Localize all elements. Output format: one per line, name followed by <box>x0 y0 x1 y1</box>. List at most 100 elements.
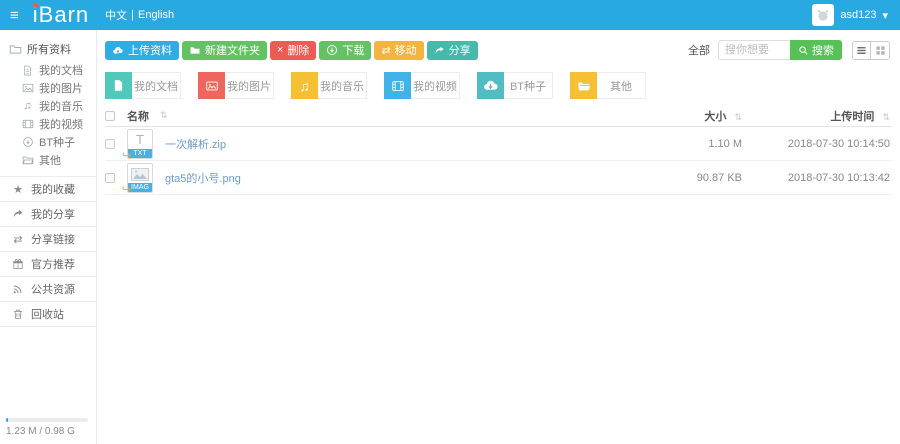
name-header-label: 名称 <box>127 108 149 124</box>
shared-mark-icon: ↪ <box>122 151 131 162</box>
download-button-label: 下载 <box>342 42 364 58</box>
sidebar-item-label: 分享链接 <box>31 231 75 247</box>
toolbar-right: 全部 搜索 <box>688 40 890 60</box>
lang-zh-link[interactable]: 中文 <box>105 7 127 23</box>
sidebar-item-other[interactable]: 其他 <box>0 151 96 169</box>
grid-view-button[interactable] <box>871 41 890 60</box>
sort-icon[interactable]: ⇅ <box>882 112 890 122</box>
cloud-download-icon <box>477 72 504 99</box>
sidebar-item-public-resources[interactable]: 公共资源 <box>0 276 96 301</box>
card-my-videos[interactable]: 我的视频 <box>384 72 460 99</box>
card-other[interactable]: 其他 <box>570 72 646 99</box>
card-label: 我的音乐 <box>318 78 366 94</box>
sidebar-item-my-pictures[interactable]: 我的图片 <box>0 79 96 97</box>
gift-icon <box>11 258 25 270</box>
sidebar-item-all-files[interactable]: 所有资料 <box>0 30 96 61</box>
sidebar-item-label: 我的视频 <box>39 116 83 132</box>
sidebar-item-recycle-bin[interactable]: 回收站 <box>0 301 96 326</box>
exchange-icon: ⇄ <box>11 233 25 246</box>
delete-button-label: 删除 <box>287 42 309 58</box>
file-letter: T <box>136 132 144 147</box>
sort-icon[interactable]: ⇅ <box>160 110 168 121</box>
username: asd123 <box>840 9 876 21</box>
sidebar-item-label: 我的音乐 <box>39 98 83 114</box>
category-cards: 我的文档 我的图片 ♫ 我的音乐 我的视频 BT种子 <box>105 72 646 99</box>
file-upload-time: 2018-07-30 10:13:42 <box>742 172 892 184</box>
shared-mark-icon: ↪ <box>122 185 131 196</box>
main-content: 上传资料 新建文件夹 × 删除 下载 ⇄ 移动 分享 全部 <box>97 30 900 444</box>
new-folder-button[interactable]: 新建文件夹 <box>182 41 267 60</box>
bt-seed-icon <box>21 136 34 148</box>
close-icon: × <box>277 44 283 56</box>
sidebar-item-my-documents[interactable]: 我的文档 <box>0 61 96 79</box>
row-checkbox[interactable] <box>105 139 115 149</box>
sidebar-item-official-picks[interactable]: 官方推荐 <box>0 251 96 276</box>
delete-button[interactable]: × 删除 <box>270 41 316 60</box>
download-button[interactable]: 下载 <box>319 41 371 60</box>
search-button[interactable]: 搜索 <box>790 40 842 60</box>
time-header-label: 上传时间 <box>830 111 874 123</box>
hamburger-icon[interactable]: ≡ <box>10 8 19 23</box>
image-icon <box>21 82 34 94</box>
select-all-checkbox[interactable] <box>105 111 115 121</box>
name-column-header[interactable]: 名称 ⇅ <box>127 108 637 124</box>
view-toggle <box>852 41 890 60</box>
time-column-header[interactable]: 上传时间 ⇅ <box>742 108 892 124</box>
trash-icon <box>11 308 25 320</box>
file-type-badge: IMAG <box>128 183 152 192</box>
sidebar-menu: ★ 我的收藏 我的分享 ⇄ 分享链接 官方推荐 公共资源 <box>0 176 96 327</box>
new-folder-button-label: 新建文件夹 <box>205 42 260 58</box>
file-name-link[interactable]: 一次解析.zip <box>165 136 226 152</box>
list-view-button[interactable] <box>852 41 871 60</box>
upload-button-label: 上传资料 <box>128 42 172 58</box>
filter-all-dropdown[interactable]: 全部 <box>688 42 710 58</box>
file-type-icon-image: IMAG ↪ <box>127 163 153 193</box>
sidebar-item-my-shares[interactable]: 我的分享 <box>0 201 96 226</box>
search-input[interactable] <box>718 40 790 60</box>
share-button[interactable]: 分享 <box>427 41 478 60</box>
move-arrows-icon: ⇄ <box>381 44 390 57</box>
card-my-documents[interactable]: 我的文档 <box>105 72 181 99</box>
card-my-pictures[interactable]: 我的图片 <box>198 72 274 99</box>
sidebar-item-bt-seeds[interactable]: BT种子 <box>0 133 96 151</box>
share-icon <box>11 208 25 220</box>
upload-button[interactable]: 上传资料 <box>105 41 179 60</box>
sidebar-categories: 我的文档 我的图片 ♫ 我的音乐 我的视频 BT种子 <box>0 61 96 169</box>
size-column-header[interactable]: 大小 ⇅ <box>637 108 742 124</box>
file-name-link[interactable]: gta5的小号.png <box>165 170 241 186</box>
lang-divider: | <box>131 9 134 21</box>
user-menu[interactable]: asd123 ▾ <box>812 4 888 26</box>
lang-en-link[interactable]: English <box>138 9 174 21</box>
storage-progress-fill <box>6 418 8 422</box>
download-circle-icon <box>326 44 338 56</box>
share-arrow-icon <box>434 45 445 56</box>
top-header: ≡ iBarn 中文 | English asd123 ▾ <box>0 0 900 30</box>
folder-open-icon <box>21 154 34 166</box>
table-row: IMAG ↪ gta5的小号.png 90.87 KB 2018-07-30 1… <box>105 161 892 195</box>
thumbnail-icon <box>131 168 149 181</box>
sidebar-item-share-links[interactable]: ⇄ 分享链接 <box>0 226 96 251</box>
card-label: 我的文档 <box>132 78 180 94</box>
search-group: 搜索 <box>718 40 842 60</box>
app-logo[interactable]: iBarn <box>33 1 89 29</box>
sidebar-item-my-videos[interactable]: 我的视频 <box>0 115 96 133</box>
sort-icon[interactable]: ⇅ <box>734 112 742 122</box>
document-icon <box>105 72 132 99</box>
file-table: 名称 ⇅ 大小 ⇅ 上传时间 ⇅ T TXT ↪ 一次解析. <box>105 105 892 195</box>
card-my-music[interactable]: ♫ 我的音乐 <box>291 72 367 99</box>
sidebar-item-my-favorites[interactable]: ★ 我的收藏 <box>0 176 96 201</box>
card-label: 我的图片 <box>225 78 273 94</box>
sidebar-item-label: 公共资源 <box>31 281 75 297</box>
card-bt-seeds[interactable]: BT种子 <box>477 72 553 99</box>
row-checkbox[interactable] <box>105 173 115 183</box>
search-icon <box>798 45 809 56</box>
file-type-icon-txt: T TXT ↪ <box>127 129 153 159</box>
film-icon <box>384 72 411 99</box>
list-view-icon <box>856 45 867 56</box>
new-folder-icon <box>189 45 201 56</box>
file-size: 1.10 M <box>637 138 742 150</box>
sidebar-item-my-music[interactable]: ♫ 我的音乐 <box>0 97 96 115</box>
language-switcher: 中文 | English <box>105 7 174 23</box>
image-icon <box>198 72 225 99</box>
move-button[interactable]: ⇄ 移动 <box>374 41 423 60</box>
